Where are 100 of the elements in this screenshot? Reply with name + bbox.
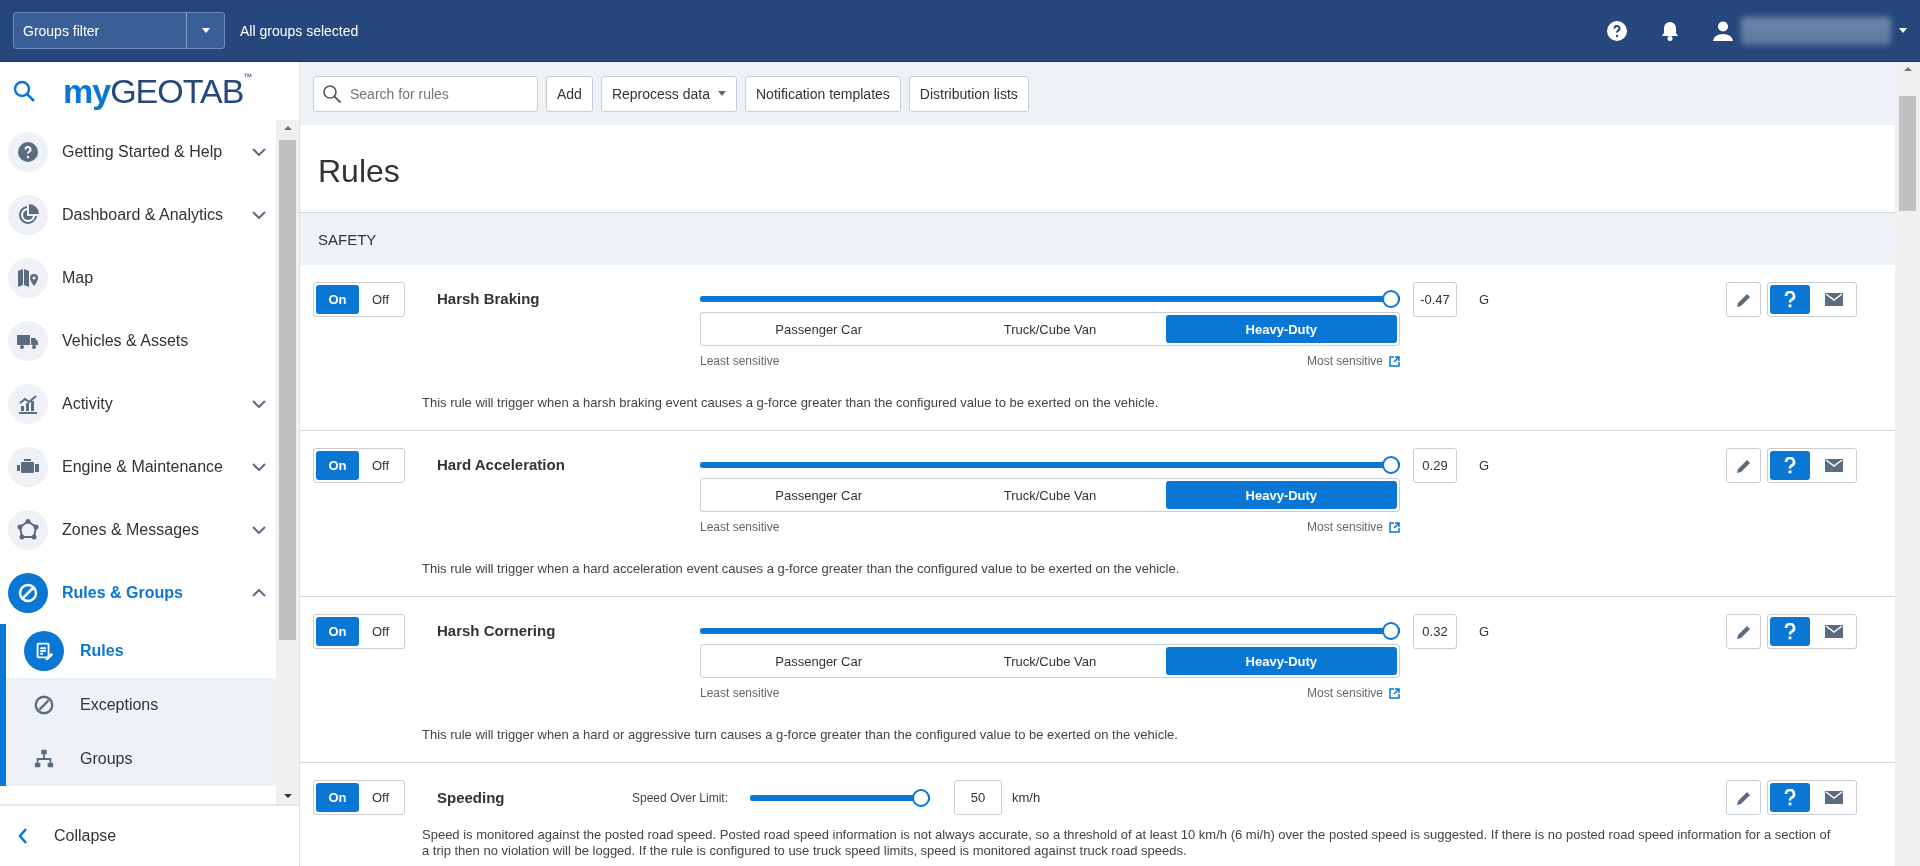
edit-button[interactable] [1726, 780, 1761, 815]
edit-button[interactable] [1726, 448, 1761, 483]
rule-name: Hard Acceleration [437, 455, 566, 473]
section-heading: SAFETY [318, 230, 377, 248]
logo: myGEOTAB$^{™}$ [63, 71, 252, 111]
vehicle-type-option[interactable]: Passenger Car [703, 315, 935, 343]
chevron-left-icon [18, 828, 28, 844]
question-mark-icon [1784, 788, 1796, 807]
groups-status: All groups selected [240, 22, 359, 39]
vehicle-type-option[interactable]: Passenger Car [703, 481, 935, 509]
nav-item-icon [8, 509, 48, 550]
vehicle-type-option[interactable]: Truck/Cube Van [934, 481, 1166, 509]
caret-icon [718, 91, 726, 96]
toolbar-button[interactable]: Add [546, 75, 593, 112]
search-icon [323, 84, 341, 103]
least-sensitive-label: Least sensitive [700, 686, 780, 700]
nav-item-icon [8, 446, 48, 487]
chevron-down-icon [252, 462, 266, 471]
edit-button[interactable] [1726, 282, 1761, 317]
help-icon[interactable] [1607, 20, 1627, 41]
question-mark-icon [1784, 290, 1796, 309]
vehicle-type-option[interactable]: Heavy-Duty [1165, 315, 1397, 343]
nav-item[interactable]: Zones & Messages [0, 498, 276, 561]
external-link-icon[interactable] [1389, 521, 1400, 533]
slider-thumb[interactable] [912, 788, 930, 807]
most-sensitive-label: Most sensitive [1306, 520, 1383, 534]
page-title: Rules [318, 153, 400, 190]
threshold-input[interactable]: 50 [954, 780, 1002, 815]
chevron-down-icon [252, 525, 266, 534]
rule-name: Harsh Braking [437, 289, 541, 307]
envelope-icon [1825, 293, 1843, 306]
external-link-icon[interactable] [1389, 687, 1400, 699]
unit-label: G [1479, 624, 1490, 639]
search-icon[interactable] [13, 80, 35, 102]
nav-item[interactable]: Getting Started & Help [0, 120, 276, 183]
nav-item[interactable]: Rules & Groups [0, 561, 276, 624]
groups-filter-dropdown[interactable]: Groups filter [13, 12, 225, 49]
chevron-down-icon [252, 147, 266, 156]
bell-icon[interactable] [1661, 20, 1679, 41]
on-off-toggle[interactable]: On Off [313, 448, 405, 483]
pencil-icon [1735, 789, 1752, 806]
toolbar-button[interactable]: Notification templates [745, 75, 901, 112]
caret-icon [1899, 28, 1907, 33]
envelope-icon [1825, 459, 1843, 472]
nav-subitem[interactable]: Groups [6, 732, 276, 786]
pencil-icon [1735, 457, 1752, 474]
help-button[interactable] [1770, 783, 1810, 812]
nav-item-icon [8, 194, 48, 235]
nav-item-icon [8, 257, 48, 298]
slider-thumb[interactable] [1382, 622, 1400, 640]
chevron-down-icon [252, 210, 266, 219]
nav-item[interactable]: Map [0, 246, 276, 309]
vehicle-type-option[interactable]: Truck/Cube Van [934, 315, 1166, 343]
on-off-toggle[interactable]: On Off [313, 614, 405, 649]
unit-label: G [1479, 458, 1490, 473]
on-off-toggle[interactable]: On Off [313, 780, 405, 815]
on-off-toggle[interactable]: On Off [313, 282, 405, 317]
rule-description: This rule will trigger when a hard or aggressive turn causes a g-force greater than the configured value to be exerted on the vehicle. [421, 726, 1179, 744]
scrollbar-thumb[interactable] [279, 140, 296, 640]
external-link-icon[interactable] [1389, 355, 1400, 367]
caret-icon [201, 28, 210, 33]
nav-subitem[interactable]: Exceptions [6, 678, 276, 732]
question-mark-icon [1784, 456, 1796, 475]
help-button[interactable] [1770, 285, 1810, 314]
scrollbar-thumb[interactable] [1899, 96, 1916, 211]
collapse-button[interactable]: Collapse [0, 806, 299, 866]
search-field[interactable]: Search for rules [313, 75, 538, 112]
envelope-icon [1825, 791, 1843, 804]
chevron-down-icon [252, 399, 266, 408]
toolbar-button[interactable]: Reprocess data [600, 75, 737, 112]
help-button[interactable] [1770, 617, 1810, 646]
user-icon[interactable] [1713, 20, 1733, 41]
slider-thumb[interactable] [1382, 290, 1400, 308]
chevron-up-icon [252, 588, 266, 597]
nav-item-icon [8, 572, 48, 613]
vehicle-type-option[interactable]: Truck/Cube Van [934, 647, 1166, 675]
pencil-icon [1735, 291, 1752, 308]
edit-button[interactable] [1726, 614, 1761, 649]
nav-item[interactable]: Activity [0, 372, 276, 435]
nav-item[interactable]: Engine & Maintenance [0, 435, 276, 498]
toolbar-button[interactable]: Distribution lists [908, 75, 1029, 112]
nav-item[interactable]: Dashboard & Analytics [0, 183, 276, 246]
nav-item-icon [8, 320, 48, 361]
threshold-input[interactable]: 0.32 [1413, 614, 1457, 649]
vehicle-type-option[interactable]: Passenger Car [703, 647, 935, 675]
help-button[interactable] [1770, 451, 1810, 480]
threshold-input[interactable]: -0.47 [1413, 282, 1457, 317]
unit-label: km/h [1012, 790, 1041, 805]
vehicle-type-option[interactable]: Heavy-Duty [1165, 481, 1397, 509]
most-sensitive-label: Most sensitive [1306, 686, 1383, 700]
nav-item[interactable]: Vehicles & Assets [0, 309, 276, 372]
nav-subitem-icon [24, 631, 64, 671]
vehicle-type-option[interactable]: Heavy-Duty [1165, 647, 1397, 675]
pencil-icon [1735, 623, 1752, 640]
least-sensitive-label: Least sensitive [700, 520, 780, 534]
rule-description: Speed is monitored against the posted road speed. Posted road speed information is not always accurate, so a threshold of at least 10 km/h (6 mi/h) over the posted speed is suggested. If there is no posted road speed information for a section of a trip then no violation will be logged. If the rule is configured to use truck speed limits, speed is monitored against truck road speeds. [421, 826, 1832, 860]
slider-thumb[interactable] [1382, 456, 1400, 474]
question-mark-icon [1784, 622, 1796, 641]
rule-name: Speeding [437, 789, 506, 806]
threshold-input[interactable]: 0.29 [1413, 448, 1457, 483]
